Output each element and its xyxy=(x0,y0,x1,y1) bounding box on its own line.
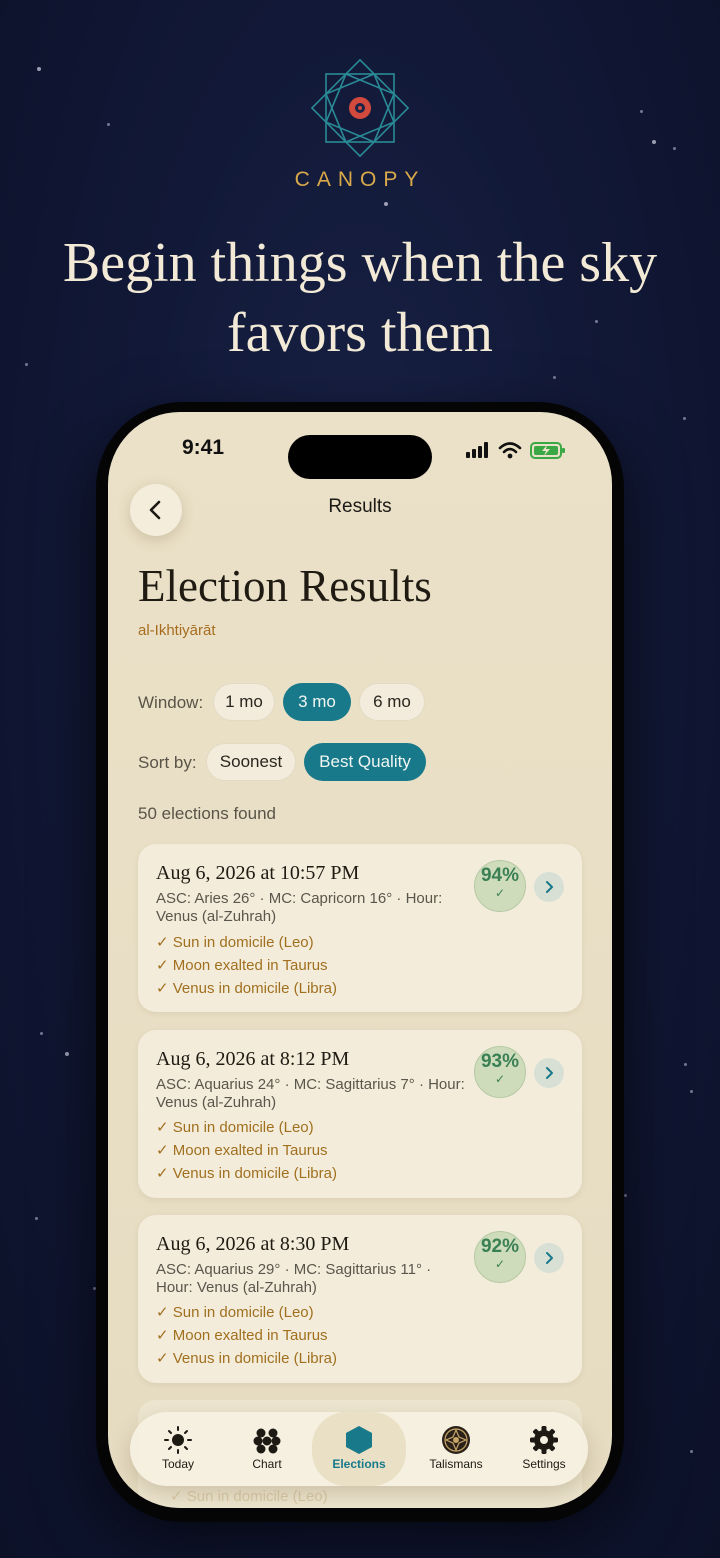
signal-icon xyxy=(466,442,488,458)
star xyxy=(683,417,686,420)
check-icon: ✓ xyxy=(494,1072,506,1086)
quality-score: 92% xyxy=(480,1236,520,1257)
chevron-right-icon xyxy=(546,881,553,893)
results-count: 50 elections found xyxy=(138,804,276,823)
canopy-logo-icon xyxy=(310,58,410,158)
tab-label: Chart xyxy=(252,1457,282,1471)
talisman-seal-icon xyxy=(442,1426,470,1454)
star xyxy=(40,1032,43,1035)
star xyxy=(37,67,41,71)
election-check: ✓ Sun in domicile (Leo) xyxy=(156,1304,314,1321)
star xyxy=(553,376,556,379)
election-detail: ASC: Aquarius 24° · MC: Sagittarius 7° ·… xyxy=(156,1076,465,1111)
election-check: ✓ Moon exalted in Taurus xyxy=(156,957,328,974)
sort-option-soonest[interactable]: Soonest xyxy=(206,743,296,781)
election-date: Aug 6, 2026 at 10:57 PM xyxy=(156,862,360,884)
election-card[interactable]: Aug 6, 2026 at 10:57 PM ASC: Aries 26° ·… xyxy=(138,844,582,1012)
election-check: ✓ Sun in domicile (Leo) xyxy=(156,934,314,951)
page-title: Election Results xyxy=(138,561,432,611)
election-check: ✓ Moon exalted in Taurus xyxy=(156,1327,328,1344)
nav-title: Results xyxy=(328,496,392,517)
chart-flower-icon xyxy=(253,1428,281,1454)
election-card[interactable]: Aug 6, 2026 at 8:12 PM ASC: Aquarius 24°… xyxy=(138,1030,582,1198)
election-check: ✓ Moon exalted in Taurus xyxy=(156,1142,328,1159)
tab-elections[interactable]: Elections xyxy=(312,1412,406,1486)
tab-label: Settings xyxy=(522,1457,566,1471)
card-detail-button[interactable] xyxy=(534,1058,564,1088)
check-icon: ✓ xyxy=(494,886,506,900)
election-date: Aug 6, 2026 at 8:12 PM xyxy=(156,1048,350,1070)
election-card[interactable]: Aug 6, 2026 at 8:30 PM ASC: Aquarius 29°… xyxy=(138,1215,582,1383)
headline-line: Begin things when the sky xyxy=(62,232,658,294)
headline: Begin things when the sky favors them xyxy=(0,228,720,368)
star xyxy=(652,140,656,144)
sort-option-best-quality[interactable]: Best Quality xyxy=(304,743,426,781)
quality-score-badge: 93% ✓ xyxy=(474,1046,526,1098)
tab-label: Today xyxy=(161,1457,195,1471)
brand-name: CANOPY xyxy=(294,168,426,191)
star xyxy=(690,1450,693,1453)
star xyxy=(640,110,643,113)
sort-label: Sort by: xyxy=(138,753,197,772)
tab-today[interactable]: Today xyxy=(134,1412,222,1486)
star xyxy=(107,123,110,126)
headline-line: favors them xyxy=(227,302,493,364)
hexagon-icon xyxy=(346,1426,372,1454)
star xyxy=(673,147,676,150)
quality-score: 93% xyxy=(480,1051,520,1072)
tab-label: Talismans xyxy=(429,1457,483,1471)
card-detail-button[interactable] xyxy=(534,872,564,902)
star xyxy=(65,1052,69,1056)
chevron-right-icon xyxy=(546,1067,553,1079)
sun-icon xyxy=(164,1426,192,1454)
star xyxy=(690,1090,693,1093)
star xyxy=(35,1217,38,1220)
star xyxy=(624,1194,627,1197)
election-check: ✓ Sun in domicile (Leo) xyxy=(156,1119,314,1136)
election-check: ✓ Sun in domicile (Leo) xyxy=(170,1488,328,1505)
star xyxy=(684,1063,687,1066)
window-option-3mo[interactable]: 3 mo xyxy=(283,683,351,721)
page-subtitle: al-Ikhtiyārāt xyxy=(138,622,216,639)
chevron-right-icon xyxy=(546,1252,553,1264)
gear-icon xyxy=(530,1426,558,1454)
dynamic-island xyxy=(288,435,432,479)
wifi-icon xyxy=(498,442,522,454)
card-detail-button[interactable] xyxy=(534,1243,564,1273)
tab-talismans[interactable]: Talismans xyxy=(412,1412,500,1486)
status-time: 9:41 xyxy=(182,436,225,459)
tab-label: Elections xyxy=(332,1457,386,1471)
tab-settings[interactable]: Settings xyxy=(500,1412,588,1486)
election-check: ✓ Venus in domicile (Libra) xyxy=(156,1350,337,1367)
quality-score: 94% xyxy=(480,865,520,886)
election-detail: ASC: Aries 26° · MC: Capricorn 16° · Hou… xyxy=(156,890,443,925)
window-option-1mo[interactable]: 1 mo xyxy=(213,683,275,721)
election-check: ✓ Venus in domicile (Libra) xyxy=(156,1165,337,1182)
election-detail: ASC: Aquarius 29° · MC: Sagittarius 11° … xyxy=(156,1261,432,1296)
tab-chart[interactable]: Chart xyxy=(223,1412,311,1486)
quality-score-badge: 92% ✓ xyxy=(474,1231,526,1283)
window-label: Window: xyxy=(138,693,204,712)
quality-score-badge: 94% ✓ xyxy=(474,860,526,912)
election-date: Aug 6, 2026 at 8:30 PM xyxy=(156,1233,350,1255)
window-option-6mo[interactable]: 6 mo xyxy=(359,683,425,721)
tab-bar: Today Chart Elections Talismans Settings xyxy=(130,1412,588,1486)
check-icon: ✓ xyxy=(494,1257,506,1271)
status-icons xyxy=(466,442,565,459)
battery-icon xyxy=(530,442,565,459)
star xyxy=(384,202,388,206)
election-check: ✓ Venus in domicile (Libra) xyxy=(156,980,337,997)
phone-screen: 9:41 Results Election Results al-Ikhtiyā… xyxy=(108,412,612,1508)
